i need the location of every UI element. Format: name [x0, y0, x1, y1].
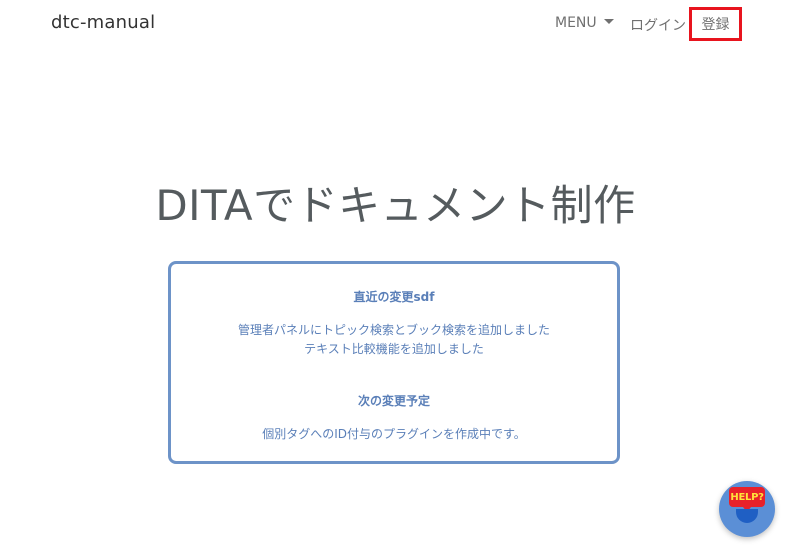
planned-change-item: 個別タグへのID付与のプラグインを作成中です。	[262, 427, 526, 441]
planned-changes-list: 個別タグへのID付与のプラグインを作成中です。	[171, 425, 617, 442]
hero-title: DITAでドキュメント制作	[155, 181, 636, 230]
recent-change-item: テキスト比較機能を追加しました	[304, 342, 484, 356]
menu-dropdown[interactable]: MENU	[555, 15, 614, 31]
help-label: HELP?	[730, 491, 764, 503]
changelog-box: 直近の変更sdf 管理者パネルにトピック検索とブック検索を追加しました テキスト…	[168, 261, 620, 464]
planned-changes-heading: 次の変更予定	[357, 394, 430, 408]
help-chat-icon: HELP?	[729, 487, 765, 507]
help-button[interactable]: HELP?	[719, 481, 775, 537]
help-avatar-icon	[736, 509, 758, 523]
register-label: 登録	[701, 17, 730, 33]
login-link[interactable]: ログイン	[630, 15, 686, 35]
brand-logo-link[interactable]: dtc-manual	[51, 12, 155, 33]
register-link[interactable]: 登録	[689, 7, 742, 41]
page: dtc-manual MENU ログイン 登録 DITAでドキュメント制作 直近…	[0, 0, 791, 546]
recent-changes-list: 管理者パネルにトピック検索とブック検索を追加しました テキスト比較機能を追加しま…	[171, 321, 617, 359]
menu-label: MENU	[555, 15, 597, 31]
recent-change-item: 管理者パネルにトピック検索とブック検索を追加しました	[237, 323, 550, 337]
recent-changes-heading: 直近の変更sdf	[353, 290, 435, 304]
caret-down-icon	[603, 19, 614, 24]
